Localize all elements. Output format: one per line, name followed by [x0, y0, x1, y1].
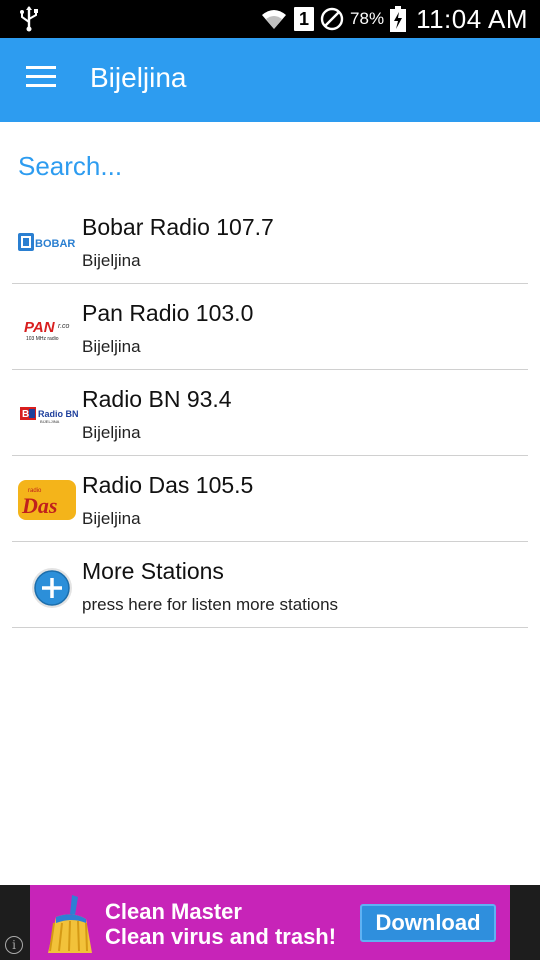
pan-radio-logo: PAN r.co 103 MHz radio	[24, 319, 70, 342]
broom-icon	[48, 895, 92, 953]
download-button[interactable]: Download	[360, 904, 496, 942]
svg-text:PAN: PAN	[24, 319, 56, 336]
radio-das-logo: radio Das	[18, 480, 76, 520]
status-bar: 1 78% 11:04 AM	[0, 0, 540, 38]
ad-banner[interactable]: Clean Master Clean virus and trash! Down…	[30, 885, 510, 960]
battery-charging-icon	[390, 6, 407, 32]
station-name: Radio Das 105.5	[82, 472, 254, 498]
station-city: Bijeljina	[82, 251, 141, 270]
station-list: BOBAR Bobar Radio 107.7 Bijeljina PAN r.…	[12, 198, 528, 628]
station-city: Bijeljina	[82, 509, 141, 528]
do-not-disturb-icon	[320, 7, 344, 31]
radio-bn-logo: B Radio BN BIJELJINA	[20, 407, 78, 424]
usb-icon	[20, 6, 38, 32]
more-stations-title: More Stations	[82, 558, 224, 584]
battery-percent: 78%	[350, 9, 385, 28]
station-name: Pan Radio 103.0	[82, 300, 254, 326]
station-row-pan-radio[interactable]: PAN r.co 103 MHz radio Pan Radio 103.0 B…	[12, 284, 528, 370]
ad-area: i Clean Master Clean virus and trash! Do…	[0, 885, 540, 960]
more-stations-row[interactable]: More Stations press here for listen more…	[12, 542, 528, 628]
ad-headline: Clean Master	[105, 899, 242, 924]
svg-text:Radio BN: Radio BN	[38, 409, 78, 419]
station-row-radio-das[interactable]: radio Das Radio Das 105.5 Bijeljina	[12, 456, 528, 542]
app-bar: Bijeljina	[0, 38, 540, 122]
svg-text:BIJELJINA: BIJELJINA	[40, 419, 60, 424]
more-stations-subtitle: press here for listen more stations	[82, 595, 339, 614]
station-row-bobar[interactable]: BOBAR Bobar Radio 107.7 Bijeljina	[12, 198, 528, 284]
station-city: Bijeljina	[82, 337, 141, 356]
page-title: Bijeljina	[90, 62, 187, 93]
station-name: Radio BN 93.4	[82, 386, 232, 412]
search-input[interactable]	[18, 146, 522, 186]
station-city: Bijeljina	[82, 423, 141, 442]
station-row-radio-bn[interactable]: B Radio BN BIJELJINA Radio BN 93.4 Bijel…	[12, 370, 528, 456]
station-name: Bobar Radio 107.7	[82, 214, 274, 240]
svg-text:Das: Das	[21, 493, 57, 518]
bobar-logo: BOBAR	[18, 233, 75, 251]
info-icon[interactable]: i	[5, 936, 23, 954]
svg-text:r.co: r.co	[58, 323, 70, 330]
add-circle-icon	[32, 568, 72, 608]
menu-icon[interactable]	[26, 66, 58, 94]
ad-subheadline: Clean virus and trash!	[105, 924, 337, 949]
clock: 11:04 AM	[416, 3, 528, 34]
svg-text:103 MHz radio: 103 MHz radio	[26, 336, 59, 342]
svg-text:BOBAR: BOBAR	[35, 238, 75, 250]
svg-text:B: B	[22, 409, 29, 420]
wifi-icon	[262, 10, 287, 29]
sim-icon: 1	[294, 7, 315, 31]
